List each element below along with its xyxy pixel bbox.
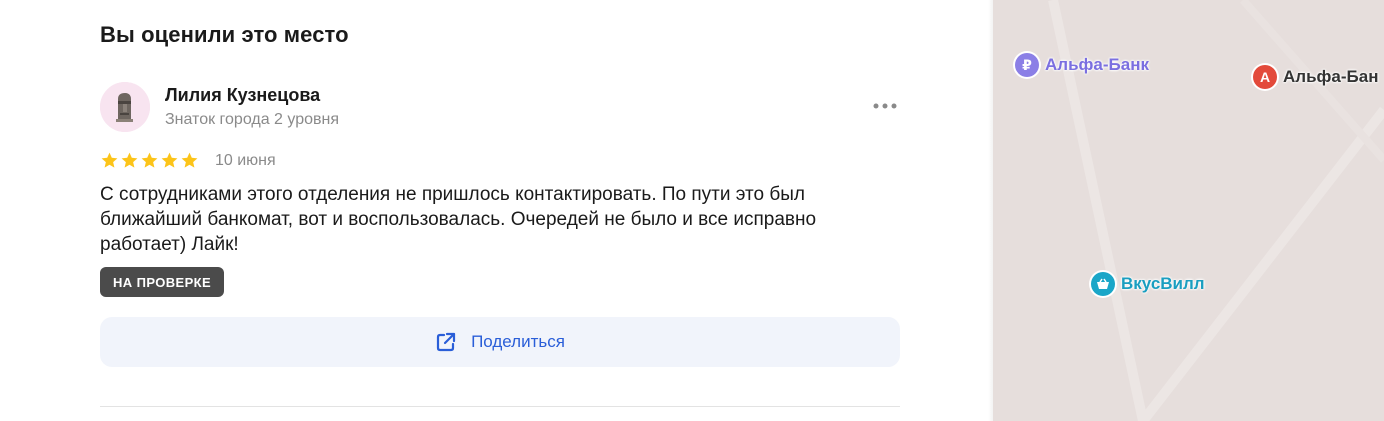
section-title: Вы оценили это место: [100, 22, 349, 47]
ruble-icon: ₽: [1015, 53, 1039, 77]
map[interactable]: ₽ Альфа-Банк А Альфа-Бан ВкусВилл: [993, 0, 1384, 421]
poi-alfa-bank-2[interactable]: А Альфа-Бан: [1253, 65, 1378, 89]
star-icon: [161, 152, 178, 168]
share-button[interactable]: Поделиться: [100, 317, 900, 367]
poi-label: Альфа-Бан: [1283, 67, 1379, 86]
rating-stars: [100, 151, 199, 170]
more-dots-icon: [873, 103, 897, 109]
more-options-button[interactable]: [872, 96, 898, 116]
moai-avatar-icon: [100, 82, 150, 132]
author-name[interactable]: Лилия Кузнецова: [165, 85, 320, 106]
share-icon: [436, 332, 456, 352]
star-icon: [121, 152, 138, 168]
star-icon: [141, 152, 158, 168]
poi-alfa-bank-1[interactable]: ₽ Альфа-Банк: [1015, 53, 1149, 77]
poi-label: ВкусВилл: [1121, 274, 1205, 293]
review-date: 10 июня: [215, 152, 276, 169]
star-icon: [101, 152, 118, 168]
basket-icon: [1091, 272, 1115, 296]
alfa-bank-logo-icon: А: [1253, 65, 1277, 89]
avatar[interactable]: [100, 82, 150, 132]
poi-label: Альфа-Банк: [1045, 55, 1149, 74]
review-text: С сотрудниками этого отделения не пришло…: [100, 184, 817, 255]
status-badge: НА ПРОВЕРКЕ: [100, 267, 225, 297]
share-label: Поделиться: [471, 332, 565, 351]
author-level: Знаток города 2 уровня: [165, 111, 340, 128]
poi-vkusvill[interactable]: ВкусВилл: [1091, 272, 1205, 296]
divider: [100, 406, 900, 407]
star-icon: [181, 152, 198, 168]
review-panel: Вы оценили это место Лилия Кузнецова Зна…: [0, 0, 993, 421]
